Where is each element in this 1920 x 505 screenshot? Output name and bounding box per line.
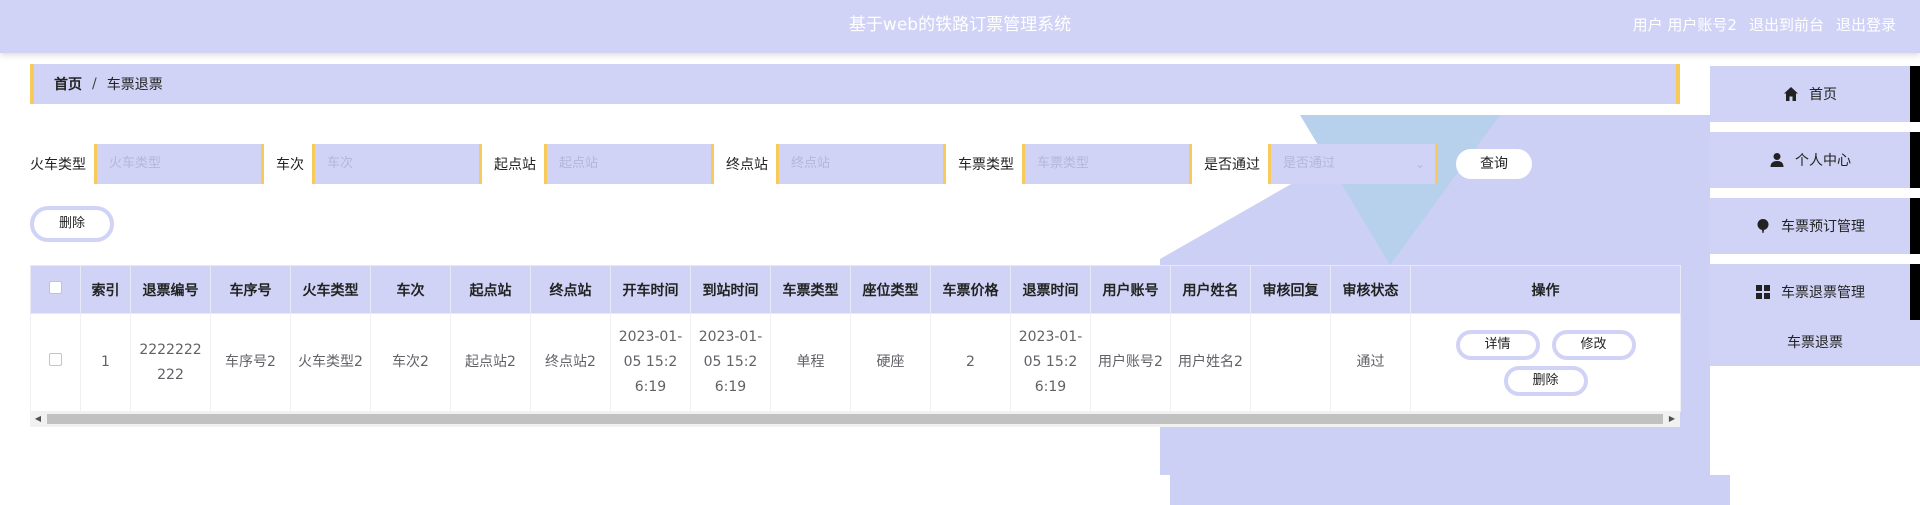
row-actions: 详情 修改 删除 — [1417, 329, 1674, 396]
train-type-input[interactable]: 火车类型 — [94, 144, 264, 184]
sidebar-item-marker — [1910, 264, 1920, 320]
cell-index: 1 — [80, 313, 131, 412]
cell-depart: 2023-01-05 15:26:19 — [610, 313, 691, 412]
sidebar-item-home[interactable]: 首页 — [1710, 66, 1920, 122]
background-curve — [1170, 425, 1730, 505]
approved-select[interactable]: 是否通过 ⌄ — [1268, 144, 1438, 184]
approved-select-placeholder: 是否通过 — [1283, 156, 1336, 171]
cell-train-type: 火车类型2 — [290, 313, 371, 412]
data-table: 索引 退票编号 车序号 火车类型 车次 起点站 终点站 开车时间 到站时间 车票… — [30, 265, 1681, 412]
back-to-front-link[interactable]: 退出到前台 — [1749, 0, 1824, 50]
header-user-area: 用户 用户账号2 退出到前台 退出登录 — [1633, 0, 1896, 50]
search-button[interactable]: 查询 — [1456, 149, 1532, 179]
cell-refund-no: 2222222222 — [130, 313, 211, 412]
sidebar-item-ticket-refund[interactable]: 车票退票管理 — [1710, 264, 1920, 320]
home-icon — [1784, 87, 1798, 101]
column-header: 退票时间 — [1010, 265, 1091, 314]
cell-price: 2 — [930, 313, 1011, 412]
column-header: 开车时间 — [610, 265, 691, 314]
cell-user-account: 用户账号2 — [1090, 313, 1171, 412]
sidebar-item-label: 首页 — [1809, 87, 1837, 103]
sidebar-subitem-ticket-refund[interactable]: 车票退票 — [1710, 320, 1920, 366]
column-header: 到站时间 — [690, 265, 771, 314]
train-type-label: 火车类型 — [30, 157, 86, 173]
train-no-input[interactable]: 车次 — [312, 144, 482, 184]
column-header: 座位类型 — [850, 265, 931, 314]
sidebar-item-marker — [1910, 66, 1920, 122]
column-header: 用户账号 — [1090, 265, 1171, 314]
cell-review-reply — [1250, 313, 1331, 412]
chevron-down-icon: ⌄ — [1414, 157, 1425, 171]
column-header: 起点站 — [450, 265, 531, 314]
cell-to: 终点站2 — [530, 313, 611, 412]
top-header: 基于web的铁路订票管理系统 用户 用户账号2 退出到前台 退出登录 — [0, 0, 1920, 53]
approved-label: 是否通过 — [1204, 157, 1260, 173]
horizontal-scrollbar[interactable]: ◀ ▶ — [30, 411, 1680, 427]
column-header: 操作 — [1410, 265, 1681, 314]
breadcrumb: 首页 / 车票退票 — [30, 64, 1680, 104]
from-station-input[interactable]: 起点站 — [544, 144, 714, 184]
cell-arrive: 2023-01-05 15:26:19 — [690, 313, 771, 412]
breadcrumb-current: 车票退票 — [106, 77, 163, 93]
cell-train-no: 车次2 — [370, 313, 451, 412]
ticket-type-input[interactable]: 车票类型 — [1022, 144, 1192, 184]
scrollbar-thumb[interactable] — [47, 414, 1663, 424]
cell-user-name: 用户姓名2 — [1170, 313, 1251, 412]
ticket-type-label: 车票类型 — [958, 157, 1014, 173]
sidebar-item-label: 个人中心 — [1795, 153, 1851, 169]
breadcrumb-home[interactable]: 首页 — [54, 74, 82, 94]
row-select-cell — [30, 313, 81, 412]
row-checkbox[interactable] — [49, 353, 62, 366]
sidebar-item-marker — [1910, 132, 1920, 188]
column-header: 终点站 — [530, 265, 611, 314]
user-role-label: 用户 用户账号2 — [1632, 16, 1737, 34]
scroll-left-icon[interactable]: ◀ — [30, 411, 46, 427]
detail-button[interactable]: 详情 — [1455, 329, 1540, 360]
select-all-checkbox[interactable] — [49, 281, 62, 294]
cell-actions: 详情 修改 删除 — [1410, 313, 1681, 412]
column-header: 审核状态 — [1330, 265, 1411, 314]
row-delete-button[interactable]: 删除 — [1503, 365, 1588, 396]
sidebar-item-personal-center[interactable]: 个人中心 — [1710, 132, 1920, 188]
cell-ticket-type: 单程 — [770, 313, 851, 412]
grid-icon — [1756, 285, 1770, 299]
cell-car-seq: 车序号2 — [210, 313, 291, 412]
cell-refund-time: 2023-01-05 15:26:19 — [1010, 313, 1091, 412]
sidebar-item-label: 车票预订管理 — [1781, 219, 1865, 235]
user-icon — [1770, 153, 1784, 167]
table-header-row: 索引 退票编号 车序号 火车类型 车次 起点站 终点站 开车时间 到站时间 车票… — [30, 265, 1681, 314]
sidebar: 首页 个人中心 车票预订管理 车票退票管理 车票退票 — [1710, 53, 1920, 475]
to-station-label: 终点站 — [726, 157, 768, 173]
column-header: 审核回复 — [1250, 265, 1331, 314]
scroll-right-icon[interactable]: ▶ — [1664, 411, 1680, 427]
column-header: 车票价格 — [930, 265, 1011, 314]
batch-delete-button[interactable]: 删除 — [30, 206, 114, 242]
column-header: 车序号 — [210, 265, 291, 314]
select-all-header — [30, 265, 81, 314]
sidebar-item-label: 车票退票管理 — [1781, 285, 1865, 301]
column-header: 退票编号 — [130, 265, 211, 314]
cell-review-status: 通过 — [1330, 313, 1411, 412]
sidebar-item-marker — [1910, 198, 1920, 254]
from-station-label: 起点站 — [494, 157, 536, 173]
cell-seat-type: 硬座 — [850, 313, 931, 412]
search-bar: 火车类型 火车类型 车次 车次 起点站 起点站 终点站 终点站 车票类型 车票类… — [30, 144, 1532, 184]
column-header: 火车类型 — [290, 265, 371, 314]
column-header: 索引 — [80, 265, 131, 314]
to-station-input[interactable]: 终点站 — [776, 144, 946, 184]
train-no-label: 车次 — [276, 157, 304, 173]
column-header: 车票类型 — [770, 265, 851, 314]
balloon-icon — [1757, 219, 1769, 233]
table-row: 1 2222222222 车序号2 火车类型2 车次2 起点站2 终点站2 20… — [30, 313, 1681, 412]
column-header: 车次 — [370, 265, 451, 314]
column-header: 用户姓名 — [1170, 265, 1251, 314]
breadcrumb-separator: / — [92, 76, 97, 92]
logout-link[interactable]: 退出登录 — [1836, 0, 1896, 50]
edit-button[interactable]: 修改 — [1551, 329, 1636, 360]
cell-from: 起点站2 — [450, 313, 531, 412]
sidebar-item-ticket-booking[interactable]: 车票预订管理 — [1710, 198, 1920, 254]
